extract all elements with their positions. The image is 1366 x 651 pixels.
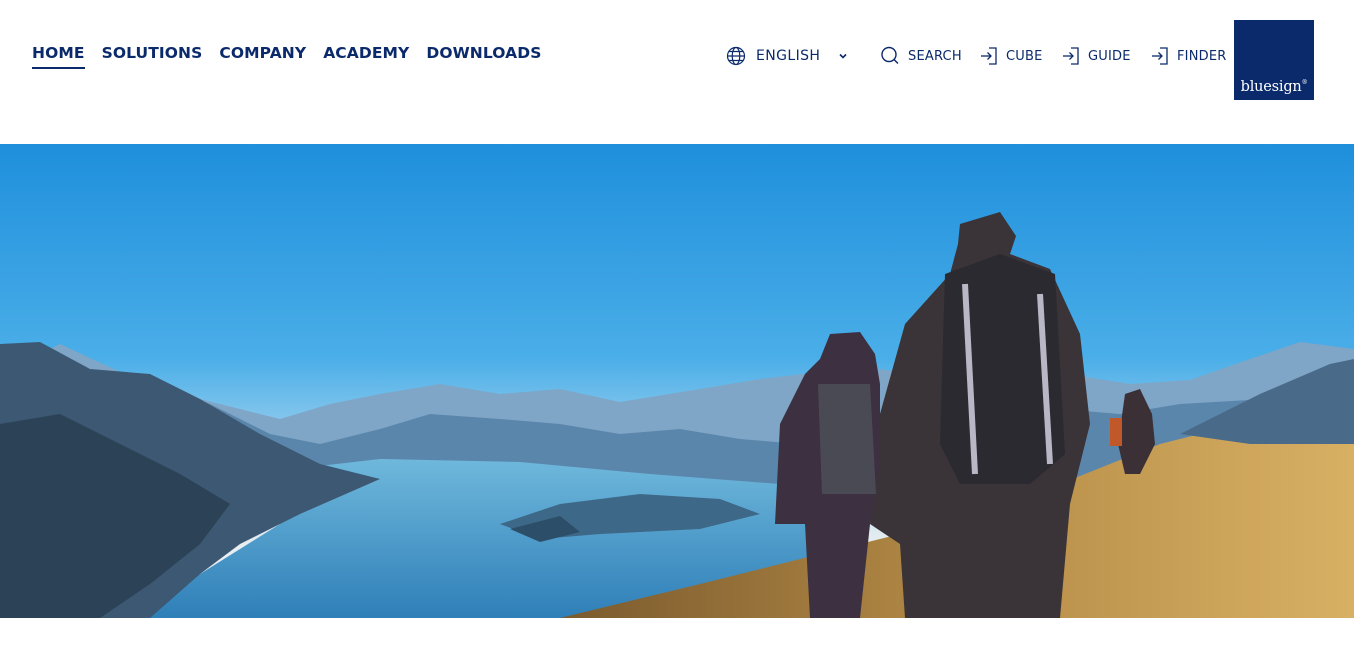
login-icon [1062,46,1080,66]
language-label: ENGLISH [756,48,821,64]
main-nav: HOME SOLUTIONS COMPANY ACADEMY DOWNLOADS [32,43,541,69]
search-link[interactable]: SEARCH [880,44,962,68]
language-selector[interactable]: ENGLISH [726,44,848,68]
hero-landscape-illustration [0,144,1354,618]
nav-item-downloads[interactable]: DOWNLOADS [426,43,541,69]
page-scrollbar[interactable] [1354,0,1366,651]
nav-item-company[interactable]: COMPANY [219,43,306,69]
login-icon [1151,46,1169,66]
chevron-down-icon [838,52,848,60]
nav-item-solutions[interactable]: SOLUTIONS [102,43,203,69]
logo-wordmark: bluesign® [1240,79,1308,95]
bluesign-logo[interactable]: bluesign® [1234,20,1314,100]
guide-label: GUIDE [1088,48,1131,64]
finder-link[interactable]: FINDER [1151,44,1227,68]
hero-image [0,144,1354,618]
login-icon [980,46,998,66]
globe-icon [726,46,746,66]
guide-link[interactable]: GUIDE [1062,44,1131,68]
finder-label: FINDER [1177,48,1227,64]
search-label: SEARCH [908,48,962,64]
cube-link[interactable]: CUBE [980,44,1043,68]
site-header: HOME SOLUTIONS COMPANY ACADEMY DOWNLOADS… [0,0,1366,144]
nav-item-home[interactable]: HOME [32,43,85,69]
cube-label: CUBE [1006,48,1043,64]
search-icon [880,46,900,66]
nav-item-academy[interactable]: ACADEMY [323,43,409,69]
